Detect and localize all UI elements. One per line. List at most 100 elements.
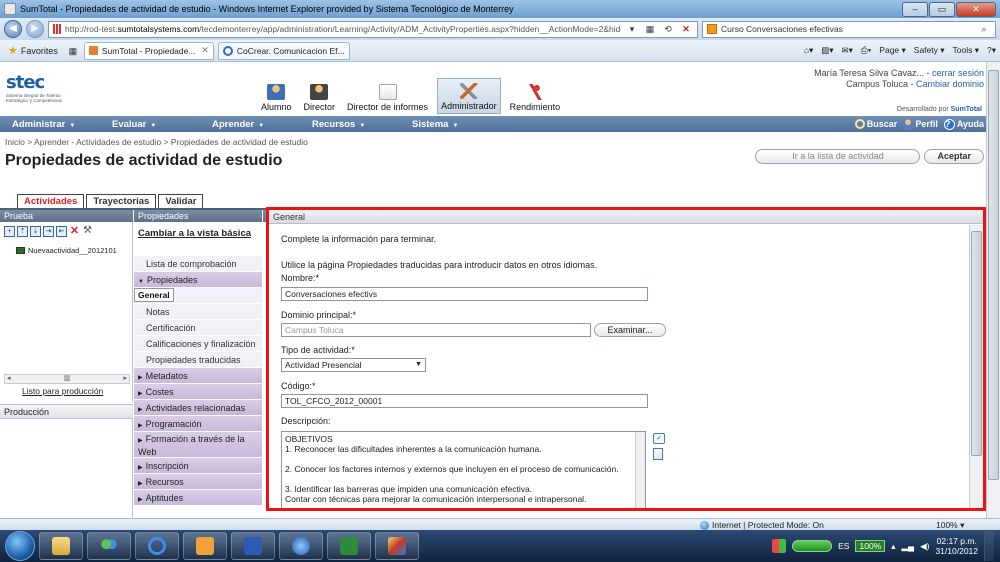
close-tab-icon[interactable]: ✕: [201, 45, 209, 56]
search-input[interactable]: Curso Conversaciones efectivas: [721, 24, 973, 34]
feeds-icon[interactable]: ▧▾: [821, 45, 833, 56]
nav-group-actividades-relacionadas[interactable]: ▶ Actividades relacionadas: [134, 400, 262, 416]
battery-meter-icon[interactable]: [792, 540, 833, 552]
scroll-left-icon[interactable]: ◂: [7, 375, 11, 383]
network-icon[interactable]: ▂▄: [902, 541, 915, 552]
tab-actividades[interactable]: Actividades: [17, 194, 85, 208]
battery-percent[interactable]: 100%: [855, 540, 886, 552]
move-up-icon[interactable]: ⇡: [17, 226, 28, 237]
profile-link[interactable]: Perfil: [903, 118, 938, 130]
stop-icon[interactable]: ✕: [679, 22, 693, 36]
code-input[interactable]: TOL_CFCO_2012_00001: [281, 394, 648, 408]
spellcheck-icon[interactable]: ✓: [653, 433, 665, 444]
close-window-button[interactable]: ✕: [956, 1, 996, 17]
address-input[interactable]: http://rod-test.sumtotalsystems.com/tecd…: [48, 20, 698, 38]
taskbar-word[interactable]: [231, 532, 275, 560]
taskbar-explorer[interactable]: [39, 532, 83, 560]
minimize-button[interactable]: ‒: [902, 1, 928, 17]
breadcrumb[interactable]: Inicio > Aprender - Actividades de estud…: [5, 137, 308, 147]
nav-group-aptitudes[interactable]: ▶ Aptitudes: [134, 490, 262, 506]
forward-button[interactable]: ▶: [26, 20, 44, 38]
textarea-scrollbar[interactable]: [635, 432, 645, 508]
language-indicator[interactable]: ES: [838, 541, 849, 551]
help-link[interactable]: ? Ayuda: [943, 118, 984, 130]
general-panel-scrollbar[interactable]: [969, 225, 983, 508]
name-input[interactable]: Conversaciones efectivs: [281, 287, 648, 301]
menu-evaluar[interactable]: Evaluar ▼: [112, 119, 200, 130]
favorites-button[interactable]: ★ Favorites: [4, 44, 62, 57]
taskbar-messenger[interactable]: [87, 532, 131, 560]
taskbar-excel[interactable]: [327, 532, 371, 560]
nav-group-formacion-web[interactable]: ▶ Formación a través de la Web: [134, 432, 262, 458]
browser-tab-sumtotal[interactable]: SumTotal - Propiedade... ✕: [83, 41, 214, 60]
mail-icon[interactable]: ✉▾: [842, 45, 853, 56]
tools-icon[interactable]: ⚒: [82, 226, 93, 237]
tools-menu[interactable]: Tools ▾: [953, 45, 979, 56]
outdent-icon[interactable]: ⇤: [56, 226, 67, 237]
menu-recursos[interactable]: Recursos ▼: [312, 119, 400, 130]
taskbar-internet-explorer[interactable]: [135, 532, 179, 560]
search-box[interactable]: Curso Conversaciones efectivas ⌕: [702, 20, 996, 38]
tree-item-activity[interactable]: Nuevaactividad__2012101: [16, 246, 117, 255]
maximize-button[interactable]: ▭: [929, 1, 955, 17]
role-director[interactable]: Director: [301, 78, 339, 114]
search-link[interactable]: Buscar: [854, 119, 897, 130]
add-activity-icon[interactable]: +: [4, 226, 15, 237]
role-administrador[interactable]: Administrador: [437, 78, 501, 114]
back-button[interactable]: ◀: [4, 20, 22, 38]
flag-icon[interactable]: [772, 539, 787, 553]
show-desktop-button[interactable]: [984, 531, 994, 561]
nav-general[interactable]: General: [134, 288, 174, 302]
browser-tab-cocrear[interactable]: CoCrear. Comunicacion Ef...: [217, 41, 350, 60]
nav-propiedades-traducidas[interactable]: Propiedades traducidas: [134, 352, 262, 368]
taskbar-paint[interactable]: [375, 532, 419, 560]
quick-tabs-icon[interactable]: ▦: [66, 44, 80, 58]
taskbar-outlook[interactable]: [183, 532, 227, 560]
browse-domain-button[interactable]: Examinar...: [594, 323, 666, 337]
menu-administrar[interactable]: Administrar ▼: [12, 119, 100, 130]
safety-menu[interactable]: Safety ▾: [914, 45, 945, 56]
page-scroll-thumb[interactable]: [988, 70, 999, 480]
move-down-icon[interactable]: ⇣: [30, 226, 41, 237]
activity-type-select[interactable]: Actividad Presencial ▼: [281, 358, 426, 372]
page-menu[interactable]: Page ▾: [879, 45, 905, 56]
general-scroll-thumb[interactable]: [971, 231, 982, 456]
search-icon[interactable]: ⌕: [977, 22, 991, 36]
compat-view-icon[interactable]: ▦: [643, 22, 657, 36]
menu-sistema[interactable]: Sistema ▼: [412, 119, 500, 130]
domain-input[interactable]: Campus Toluca: [281, 323, 591, 337]
ready-for-production-link[interactable]: Listo para producción: [22, 386, 103, 396]
menu-aprender[interactable]: Aprender ▼: [212, 119, 300, 130]
nav-checklist[interactable]: Lista de comprobación: [134, 256, 262, 272]
tree-horizontal-scrollbar[interactable]: ◂ ▥ ▸: [4, 374, 130, 384]
nav-group-costes[interactable]: ▶ Costes: [134, 384, 262, 400]
tab-validar[interactable]: Validar: [158, 194, 204, 208]
role-alumno[interactable]: Alumno: [258, 78, 295, 114]
print-icon[interactable]: ⎙▾: [861, 45, 871, 56]
address-dropdown-icon[interactable]: ▾: [625, 22, 639, 36]
nav-group-recursos[interactable]: ▶ Recursos: [134, 474, 262, 490]
help-menu-icon[interactable]: ?▾: [987, 45, 996, 56]
page-vertical-scrollbar[interactable]: [986, 62, 1000, 518]
logout-link[interactable]: cerrar sesión: [932, 68, 984, 78]
nav-notas[interactable]: Notas: [134, 304, 262, 320]
nav-calificaciones[interactable]: Calificaciones y finalización: [134, 336, 262, 352]
nav-group-programacion[interactable]: ▶ Programación: [134, 416, 262, 432]
goto-activity-list-button[interactable]: Ir a la lista de actividad: [755, 149, 921, 164]
taskbar-itunes[interactable]: [279, 532, 323, 560]
nav-certificacion[interactable]: Certificación: [134, 320, 262, 336]
role-rendimiento[interactable]: Rendimiento: [507, 78, 564, 114]
role-director-informes[interactable]: Director de informes: [344, 78, 431, 114]
start-button[interactable]: [5, 531, 35, 561]
refresh-icon[interactable]: ⟲: [661, 22, 675, 36]
clock[interactable]: 02:17 p.m. 31/10/2012: [935, 536, 978, 556]
nav-group-propiedades[interactable]: ▼ Propiedades: [134, 272, 262, 288]
show-hidden-icons-icon[interactable]: ▴: [891, 541, 895, 552]
document-editor-icon[interactable]: [653, 448, 663, 460]
accept-button[interactable]: Aceptar: [924, 149, 984, 164]
volume-icon[interactable]: ◀): [920, 541, 929, 552]
description-textarea[interactable]: OBJETIVOS 1. Reconocer las dificultades …: [281, 431, 646, 508]
basic-view-link[interactable]: Cambiar a la vista básica: [138, 228, 251, 239]
scroll-right-icon[interactable]: ▸: [123, 375, 127, 383]
scroll-thumb-icon[interactable]: ▥: [64, 375, 71, 383]
